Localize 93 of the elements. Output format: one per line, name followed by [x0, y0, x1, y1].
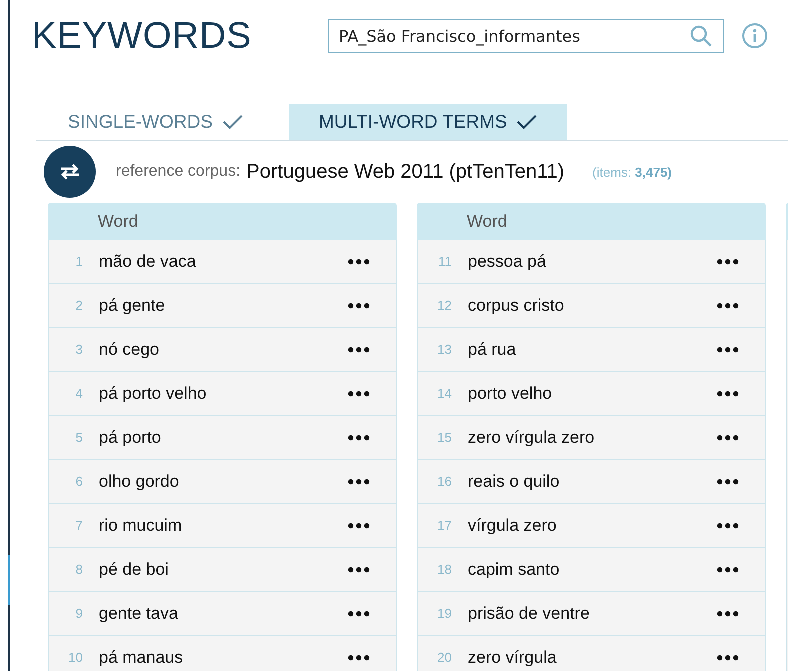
- word-cell-text: pá porto velho: [99, 384, 208, 404]
- swap-button[interactable]: [44, 146, 96, 198]
- word-cell-text: prisão de ventre: [468, 604, 591, 624]
- table-row[interactable]: 7 rio mucuim: [48, 504, 397, 548]
- word-cell-text: pé de boi: [99, 560, 170, 580]
- check-icon: [517, 115, 538, 129]
- word-cell-text: mão de vaca: [99, 252, 198, 272]
- rank-number: 18: [436, 562, 452, 577]
- more-icon: [348, 654, 370, 660]
- rank-number: 13: [436, 342, 452, 357]
- word-cell-text: olho gordo: [99, 472, 180, 492]
- word-cell-text: rio mucuim: [99, 516, 184, 536]
- rank-number: 4: [74, 386, 83, 401]
- word-cell-text: pá rua: [468, 340, 518, 360]
- rank-number: 5: [74, 430, 83, 445]
- word-cell-text: pá porto: [99, 428, 162, 448]
- word-cell-text: gente tava: [99, 604, 180, 624]
- word-cell-text: vírgula zero: [468, 516, 558, 536]
- more-icon: [717, 390, 739, 396]
- swap-icon: [58, 163, 82, 181]
- table-row[interactable]: 5 pá porto: [48, 416, 397, 460]
- more-icon: [717, 610, 739, 616]
- word-cell-text: reais o quilo: [468, 472, 561, 492]
- column-header: Word: [98, 212, 138, 232]
- table-row[interactable]: 16 reais o quilo: [417, 460, 766, 504]
- table-row[interactable]: 9 gente tava: [48, 592, 397, 636]
- more-icon: [348, 434, 370, 440]
- rank-number: 1: [74, 254, 83, 269]
- tab[interactable]: SINGLE-WORDS: [38, 104, 273, 140]
- table-row[interactable]: 12 corpus cristo: [417, 284, 766, 328]
- word-cell-text: zero vírgula: [468, 648, 558, 668]
- table-row[interactable]: 14 porto velho: [417, 372, 766, 416]
- more-icon: [717, 478, 739, 484]
- rank-number: 15: [436, 430, 452, 445]
- tab[interactable]: MULTI-WORD TERMS: [288, 104, 568, 140]
- table-row[interactable]: 3 nó cego: [48, 328, 397, 372]
- rank-number: 14: [436, 386, 452, 401]
- word-cell-text: pessoa pá: [468, 252, 548, 272]
- table-row[interactable]: 6 olho gordo: [48, 460, 397, 504]
- more-icon: [348, 566, 370, 572]
- rank-number: 19: [436, 606, 452, 621]
- word-cell-text: zero vírgula zero: [468, 428, 596, 448]
- table-row[interactable]: 19 prisão de ventre: [417, 592, 766, 636]
- page-title: KEYWORDS: [32, 15, 253, 57]
- table-row[interactable]: 11 pessoa pá: [417, 240, 766, 284]
- reference-label: reference corpus:: [116, 163, 241, 181]
- check-icon: [222, 115, 243, 129]
- more-icon: [717, 522, 739, 528]
- rank-number: 7: [74, 518, 83, 533]
- more-icon: [717, 434, 739, 440]
- more-icon: [348, 390, 370, 396]
- search-field[interactable]: PA_São Francisco_informantes: [328, 19, 724, 53]
- more-icon: [348, 522, 370, 528]
- table-row[interactable]: 1 mão de vaca: [48, 240, 397, 284]
- rank-number: 3: [74, 342, 83, 357]
- items-count: (items: 3,475): [592, 164, 672, 180]
- word-cell-text: pá manaus: [99, 648, 184, 668]
- rank-number: 12: [436, 298, 452, 313]
- rank-number: 6: [74, 474, 83, 489]
- rank-number: 10: [68, 650, 83, 665]
- more-icon: [717, 302, 739, 308]
- more-icon: [348, 478, 370, 484]
- more-icon: [717, 346, 739, 352]
- word-cell-text: nó cego: [99, 340, 160, 360]
- table-row[interactable]: 15 zero vírgula zero: [417, 416, 766, 460]
- table-row[interactable]: 10 pá manaus: [48, 636, 397, 671]
- table-row[interactable]: 2 pá gente: [48, 284, 397, 328]
- word-cell-text: pá gente: [99, 296, 166, 316]
- column-header: Word: [467, 212, 508, 232]
- table-row[interactable]: 8 pé de boi: [48, 548, 397, 592]
- more-icon: [348, 346, 370, 352]
- more-icon: [717, 566, 739, 572]
- rank-number: 2: [74, 298, 83, 313]
- rank-number: 17: [436, 518, 452, 533]
- table-row[interactable]: 13 pá rua: [417, 328, 766, 372]
- rank-number: 11: [438, 254, 452, 269]
- rank-number: 8: [74, 562, 83, 577]
- rank-number: 9: [74, 606, 83, 621]
- word-cell-text: capim santo: [468, 560, 561, 580]
- rank-number: 16: [436, 474, 452, 489]
- word-cell-text: corpus cristo: [468, 296, 566, 316]
- table-row[interactable]: 18 capim santo: [417, 548, 766, 592]
- table-row[interactable]: 17 vírgula zero: [417, 504, 766, 548]
- rank-number: 20: [436, 650, 452, 665]
- corpus-name: Portuguese Web 2011 (ptTenTen11): [246, 160, 565, 184]
- table-row[interactable]: 20 zero vírgula: [417, 636, 766, 671]
- more-icon: [348, 302, 370, 308]
- word-cell-text: porto velho: [468, 384, 554, 404]
- more-icon: [348, 258, 370, 264]
- more-icon: [717, 258, 739, 264]
- more-icon: [717, 654, 739, 660]
- more-icon: [348, 610, 370, 616]
- table-row[interactable]: 4 pá porto velho: [48, 372, 397, 416]
